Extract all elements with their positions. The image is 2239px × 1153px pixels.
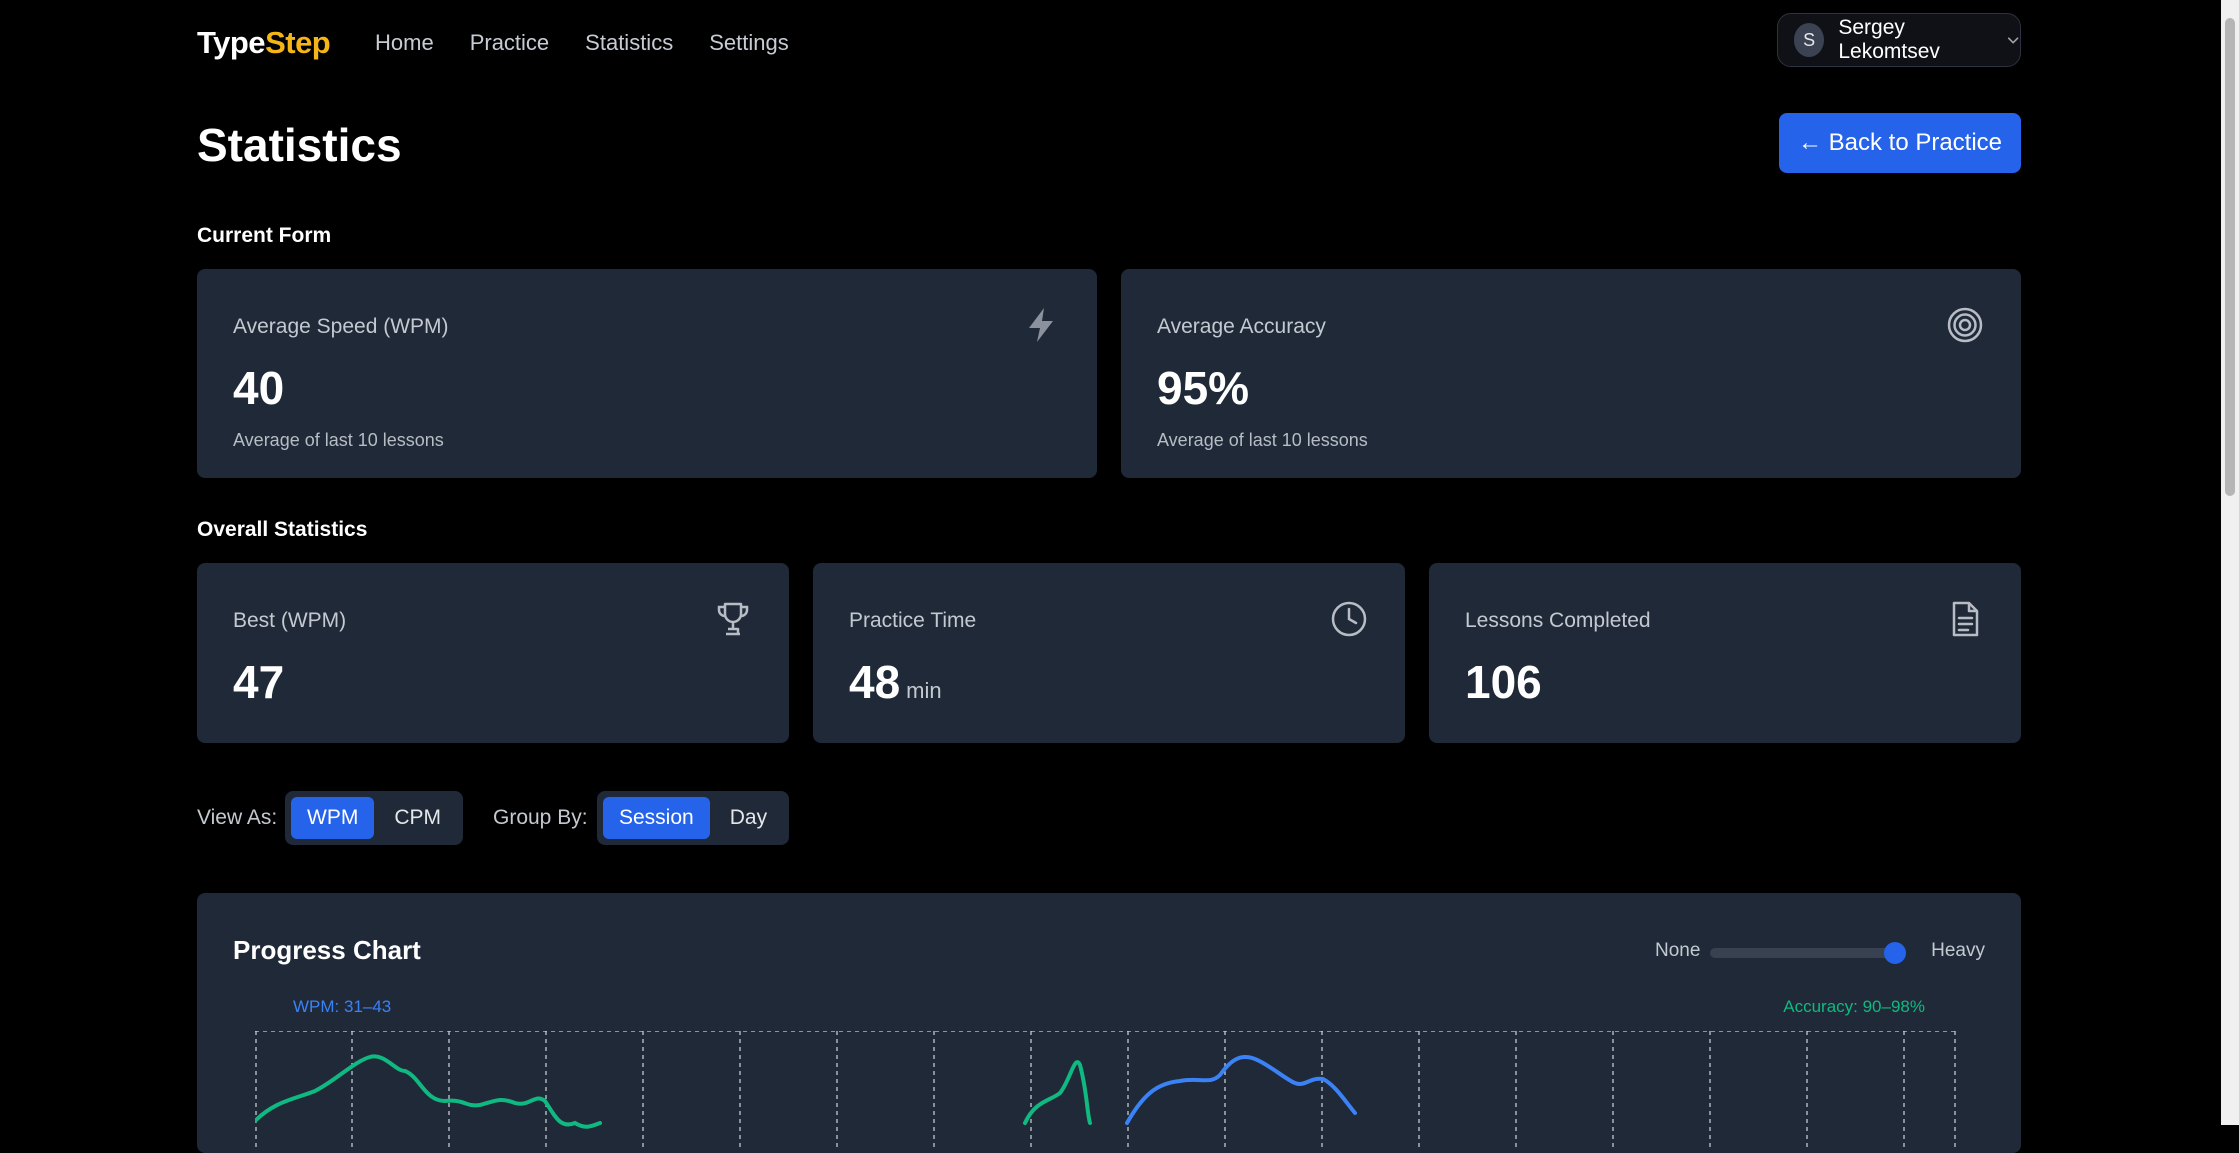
overall-statistics-heading: Overall Statistics xyxy=(197,518,368,541)
best-wpm-card: Best (WPM) 47 xyxy=(197,563,789,743)
view-as-label: View As: xyxy=(197,806,278,829)
lessons-completed-label: Lessons Completed xyxy=(1465,609,1651,632)
practice-time-label: Practice Time xyxy=(849,609,977,632)
smoothing-slider[interactable] xyxy=(1710,948,1890,958)
view-as-wpm-button[interactable]: WPM xyxy=(291,797,375,839)
nav-statistics[interactable]: Statistics xyxy=(585,30,673,56)
average-speed-card: Average Speed (WPM) 40 Average of last 1… xyxy=(197,269,1097,478)
wpm-range-label: WPM: 31–43 xyxy=(293,997,392,1016)
current-form-heading: Current Form xyxy=(197,224,332,247)
view-as-cpm-button[interactable]: CPM xyxy=(378,797,457,839)
lessons-completed-value: 106 xyxy=(1465,655,1542,709)
chart-controls: View As: WPM CPM Group By: Session Day xyxy=(197,791,1097,845)
average-speed-value: 40 xyxy=(233,362,285,414)
practice-time-card: Practice Time 48 min xyxy=(813,563,1405,743)
chevron-down-icon xyxy=(2007,37,2019,44)
page-scrollbar[interactable] xyxy=(2221,0,2239,1125)
lessons-completed-number: 106 xyxy=(1465,656,1542,708)
logo-type: Type xyxy=(197,25,266,60)
nav-home[interactable]: Home xyxy=(375,30,434,56)
best-wpm-value: 47 xyxy=(233,655,284,709)
nav-links: Home Practice Statistics Settings xyxy=(375,30,789,56)
back-to-practice-button[interactable]: ← Back to Practice xyxy=(1779,113,2021,173)
document-icon xyxy=(1952,601,1979,637)
lightning-icon xyxy=(1029,308,1053,342)
logo-step: Step xyxy=(265,25,331,60)
wpm-line xyxy=(1125,1055,1357,1125)
chart-grid xyxy=(255,1031,1956,1151)
progress-chart-plot xyxy=(255,1031,1956,1151)
progress-chart-title: Progress Chart xyxy=(233,935,421,965)
view-as-toggle: WPM CPM xyxy=(285,791,463,845)
accuracy-line-2 xyxy=(1023,1060,1092,1125)
best-wpm-number: 47 xyxy=(233,656,285,708)
smoothing-heavy-label: Heavy xyxy=(1931,940,1985,961)
group-by-toggle: Session Day xyxy=(597,791,790,845)
progress-chart-card: Progress Chart None Heavy WPM: 31–43 Acc… xyxy=(197,893,2021,1153)
page-title: Statistics xyxy=(197,119,402,171)
average-speed-sub: Average of last 10 lessons xyxy=(233,430,444,450)
group-by-label: Group By: xyxy=(493,806,588,829)
average-accuracy-label: Average Accuracy xyxy=(1157,315,1326,338)
trophy-icon xyxy=(717,602,749,636)
scrollbar-thumb[interactable] xyxy=(2225,18,2235,496)
nav-practice[interactable]: Practice xyxy=(470,30,549,56)
logo[interactable]: TypeStep xyxy=(197,25,331,61)
user-menu-button[interactable]: S Sergey Lekomtsev xyxy=(1777,13,2021,67)
practice-time-value: 48 min xyxy=(849,655,942,709)
best-wpm-label: Best (WPM) xyxy=(233,609,347,632)
accuracy-range-label: Accuracy: 90–98% xyxy=(1783,997,1925,1016)
average-accuracy-sub: Average of last 10 lessons xyxy=(1157,430,1368,450)
lessons-completed-card: Lessons Completed 106 xyxy=(1429,563,2021,743)
group-by-session-button[interactable]: Session xyxy=(603,797,710,839)
practice-time-unit: min xyxy=(906,678,942,703)
top-nav: TypeStep Home Practice Statistics Settin… xyxy=(197,13,2021,71)
average-accuracy-card: Average Accuracy 95% Average of last 10 … xyxy=(1121,269,2021,478)
practice-time-number: 48 xyxy=(849,656,901,708)
smoothing-slider-thumb[interactable] xyxy=(1884,942,1906,964)
avatar: S xyxy=(1794,23,1825,57)
target-icon xyxy=(1947,307,1983,343)
nav-settings[interactable]: Settings xyxy=(709,30,789,56)
average-speed-label: Average Speed (WPM) xyxy=(233,315,449,338)
clock-icon xyxy=(1331,601,1367,637)
accuracy-line xyxy=(255,1054,602,1129)
user-name: Sergey Lekomtsev xyxy=(1838,16,1940,63)
group-by-day-button[interactable]: Day xyxy=(714,797,783,839)
average-accuracy-value: 95% xyxy=(1157,362,1250,414)
smoothing-none-label: None xyxy=(1655,940,1701,961)
smoothing-control: None Heavy xyxy=(1655,937,1985,967)
